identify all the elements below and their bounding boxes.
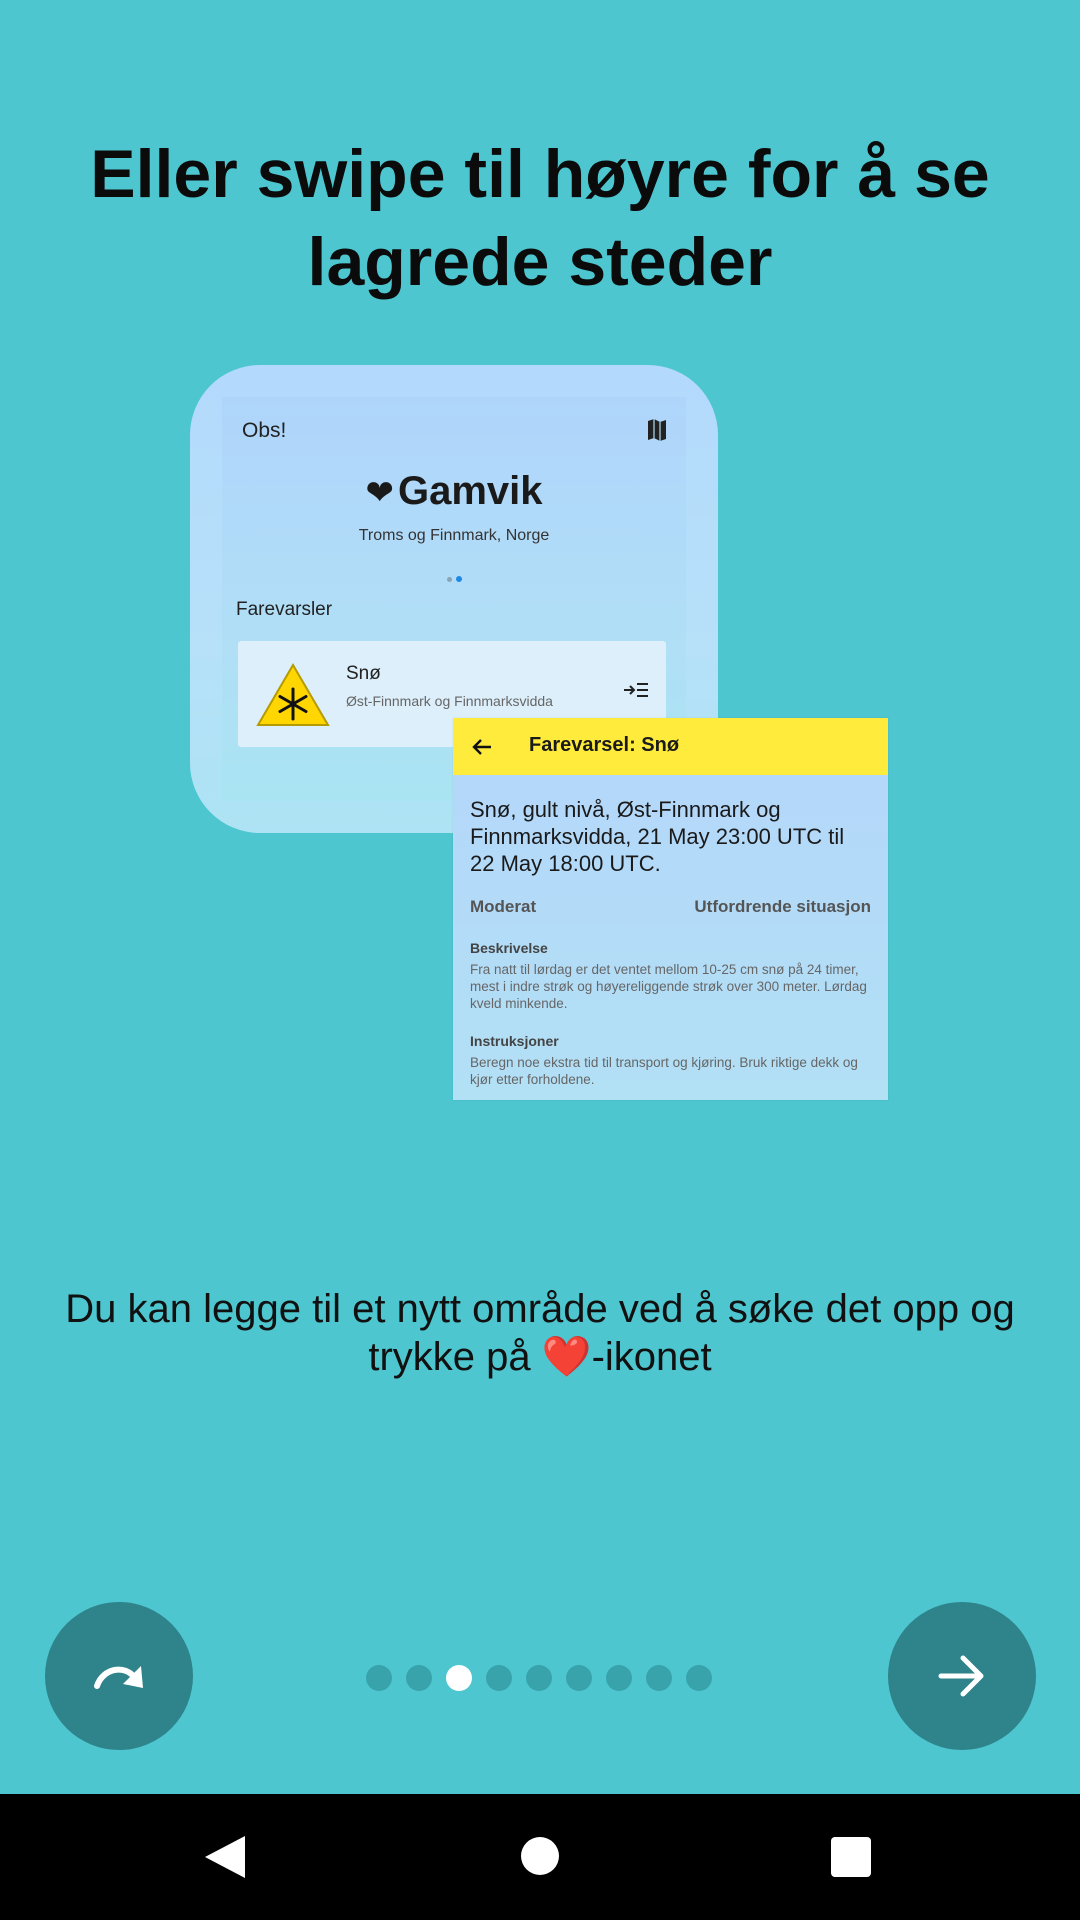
open-details-icon <box>624 683 648 697</box>
system-navigation-bar <box>0 1794 1080 1920</box>
nav-home-icon[interactable] <box>521 1837 559 1875</box>
warning-headline: Snø, gult nivå, Øst-Finnmark og Finnmark… <box>470 797 845 876</box>
level-left: Moderat <box>470 897 537 916</box>
page-dot <box>646 1665 672 1691</box>
nav-recents-icon[interactable] <box>831 1837 871 1877</box>
page-indicator <box>366 1663 712 1693</box>
warning-title: Snø <box>346 663 381 684</box>
nav-back-icon[interactable] <box>203 1834 247 1880</box>
page-title: Eller swipe til høyre for å se lagrede s… <box>90 136 990 300</box>
warning-detail-title: Farevarsel: Snø <box>529 734 680 756</box>
back-arrow-icon <box>472 739 491 755</box>
tutorial-illustration: Obs! ❤ Gamvik Troms og Finnmark, Norge Fa… <box>180 360 900 1105</box>
warnings-section-label: Farevarsler <box>236 599 333 620</box>
arrow-right-icon <box>938 1655 984 1697</box>
page-dot <box>606 1665 632 1691</box>
map-icon <box>648 419 666 441</box>
location-region: Troms og Finnmark, Norge <box>358 527 550 544</box>
page-dot <box>566 1665 592 1691</box>
skip-redo-icon <box>94 1666 143 1689</box>
instructions-text: Beregn noe ekstra tid til transport og k… <box>470 1055 858 1087</box>
description-text: Fra natt til lørdag er det ventet mellom… <box>470 962 867 1011</box>
level-right: Utfordrende situasjon <box>694 897 871 916</box>
heart-icon: ❤ <box>365 474 394 512</box>
page-dot <box>526 1665 552 1691</box>
warning-detail-preview: Farevarsel: Snø Snø, gult nivå, Øst-Finn… <box>453 718 888 1100</box>
description-heading: Beskrivelse <box>470 940 548 956</box>
obs-label: Obs! <box>242 419 287 442</box>
warning-area: Øst-Finnmark og Finnmarksvidda <box>346 693 553 709</box>
instruction-text: Du kan legge til et nytt område ved å sø… <box>65 1287 1015 1379</box>
mini-page-dots <box>222 569 686 587</box>
page-dot <box>686 1665 712 1691</box>
page-dot <box>406 1665 432 1691</box>
page-dot <box>366 1665 392 1691</box>
warning-detail-toolbar: Farevarsel: Snø <box>453 718 888 775</box>
next-button[interactable] <box>888 1602 1036 1750</box>
page-dot <box>446 1665 472 1691</box>
instructions-heading: Instruksjoner <box>470 1033 559 1049</box>
skip-button[interactable] <box>45 1602 193 1750</box>
location-name: ❤ Gamvik <box>365 469 543 513</box>
snowflake-warning-icon <box>256 663 330 726</box>
page-dot <box>486 1665 512 1691</box>
